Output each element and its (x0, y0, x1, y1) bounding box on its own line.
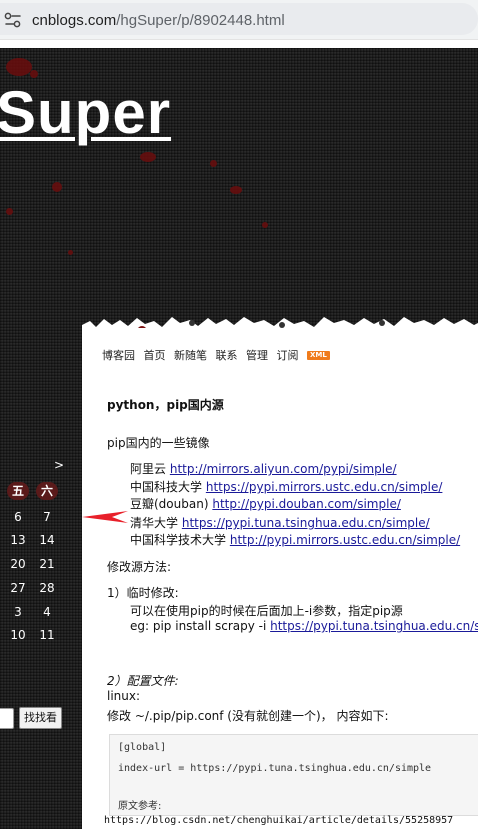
site-settings-icon[interactable] (4, 12, 22, 28)
mirror-link[interactable]: http://mirrors.aliyun.com/pypi/simple/ (170, 462, 397, 476)
config-heading: 2）配置文件: (107, 674, 179, 688)
splatter-decoration (6, 58, 32, 76)
red-arrow-annotation (82, 511, 128, 523)
splatter-decoration (230, 186, 242, 194)
omnibox[interactable]: cnblogs.com/hgSuper/p/8902448.html (0, 3, 478, 35)
mirror-line: 中国科技大学 https://pypi.mirrors.ustc.edu.cn/… (130, 478, 442, 495)
mirror-link[interactable]: https://pypi.mirrors.ustc.edu.cn/simple/ (206, 480, 443, 494)
blog-nav: 博客园 首页 新随笔 联系 管理 订阅 XML (102, 347, 335, 363)
temp-heading: 1）临时修改: (107, 586, 179, 600)
nav-item-cnblogs[interactable]: 博客园 (102, 349, 135, 362)
xml-feed-badge[interactable]: XML (307, 351, 330, 360)
nav-item-subscribe[interactable]: 订阅 (277, 349, 299, 362)
calendar-next-link[interactable]: > (54, 458, 64, 472)
splatter-decoration (52, 182, 62, 192)
post-intro: pip国内的一些镜像 (107, 436, 210, 450)
browser-address-bar: cnblogs.com/hgSuper/p/8902448.html (0, 0, 478, 40)
url-host: cnblogs.com (32, 12, 117, 29)
code-line: [global] (118, 742, 167, 753)
temp-example-command: eg: pip install scrapy -i (130, 619, 271, 633)
mirror-link[interactable]: http://pypi.mirrors.ustc.edu.cn/simple/ (230, 533, 460, 547)
calendar-day: 28 (39, 581, 55, 595)
code-block: [global] index-url = https://pypi.tuna.t… (109, 734, 478, 816)
mirror-line: 清华大学 https://pypi.tuna.tsinghua.edu.cn/s… (130, 514, 430, 531)
sidebar-search-button[interactable]: 找找看 (19, 707, 62, 729)
nav-item-admin[interactable]: 管理 (246, 349, 268, 362)
splatter-decoration (140, 152, 156, 162)
calendar-day: 11 (39, 628, 55, 642)
calendar-day: 27 (10, 581, 26, 595)
reference-url[interactable]: https://blog.csdn.net/chenghuikai/articl… (104, 815, 453, 826)
post-card: 博客园 首页 新随笔 联系 管理 订阅 XML python，pip国内源 pi… (82, 328, 478, 829)
temp-example: eg: pip install scrapy -i https://pypi.t… (130, 619, 478, 633)
splatter-decoration (30, 70, 38, 78)
temp-description: 可以在使用pip的时候在后面加上-i参数，指定pip源 (130, 604, 403, 618)
calendar-day: 14 (39, 533, 55, 547)
code-line: index-url = https://pypi.tuna.tsinghua.e… (118, 763, 432, 774)
blog-title[interactable]: Super (0, 78, 171, 147)
mirror-link[interactable]: https://pypi.tuna.tsinghua.edu.cn/simple… (182, 516, 430, 530)
url-text[interactable]: cnblogs.com/hgSuper/p/8902448.html (32, 12, 285, 29)
mirror-line: 豆瓣(douban) http://pypi.douban.com/simple… (130, 495, 401, 512)
config-description: 修改 ~/.pip/pip.conf (没有就创建一个)， 内容如下: (107, 709, 389, 723)
reference-label: 原文参考: (118, 801, 162, 812)
mirror-name: 清华大学 (130, 516, 179, 530)
calendar-day: 7 (43, 510, 51, 524)
page-background: Super > 五 六 6 7 13 14 20 21 27 28 3 4 10… (0, 40, 478, 829)
calendar-header-fri: 五 (7, 482, 29, 500)
linux-label: linux: (107, 689, 141, 703)
splatter-decoration (210, 160, 217, 167)
nav-item-contact[interactable]: 联系 (216, 349, 238, 362)
post-title[interactable]: python，pip国内源 (107, 396, 224, 413)
mirror-name: 中国科学技术大学 (130, 533, 227, 547)
temp-example-link[interactable]: https://pypi.tuna.tsinghua.edu.cn/simple (270, 619, 478, 633)
splatter-decoration (262, 222, 268, 228)
url-path: /hgSuper/p/8902448.html (116, 12, 285, 29)
mirror-link[interactable]: http://pypi.douban.com/simple/ (212, 497, 401, 511)
calendar-day: 6 (14, 510, 22, 524)
mirror-line: 中国科学技术大学 http://pypi.mirrors.ustc.edu.cn… (130, 531, 460, 548)
mirror-name: 中国科技大学 (130, 480, 203, 494)
calendar-day: 13 (10, 533, 26, 547)
method-heading: 修改源方法: (107, 560, 172, 574)
calendar-day: 10 (10, 628, 26, 642)
nav-item-new-post[interactable]: 新随笔 (174, 349, 207, 362)
top-white-strip (0, 40, 478, 48)
mirror-line: 阿里云 http://mirrors.aliyun.com/pypi/simpl… (130, 460, 397, 477)
splatter-decoration (68, 250, 73, 255)
nav-item-home[interactable]: 首页 (144, 349, 166, 362)
calendar-day: 21 (39, 557, 55, 571)
calendar-day: 3 (14, 605, 22, 619)
calendar-day: 4 (43, 605, 51, 619)
mirror-name: 阿里云 (130, 462, 167, 476)
calendar-header-sat: 六 (36, 482, 58, 500)
calendar-day: 20 (10, 557, 26, 571)
mirror-name: 豆瓣(douban) (130, 497, 209, 511)
sidebar-search-input[interactable] (0, 708, 14, 729)
splatter-decoration (6, 208, 13, 215)
